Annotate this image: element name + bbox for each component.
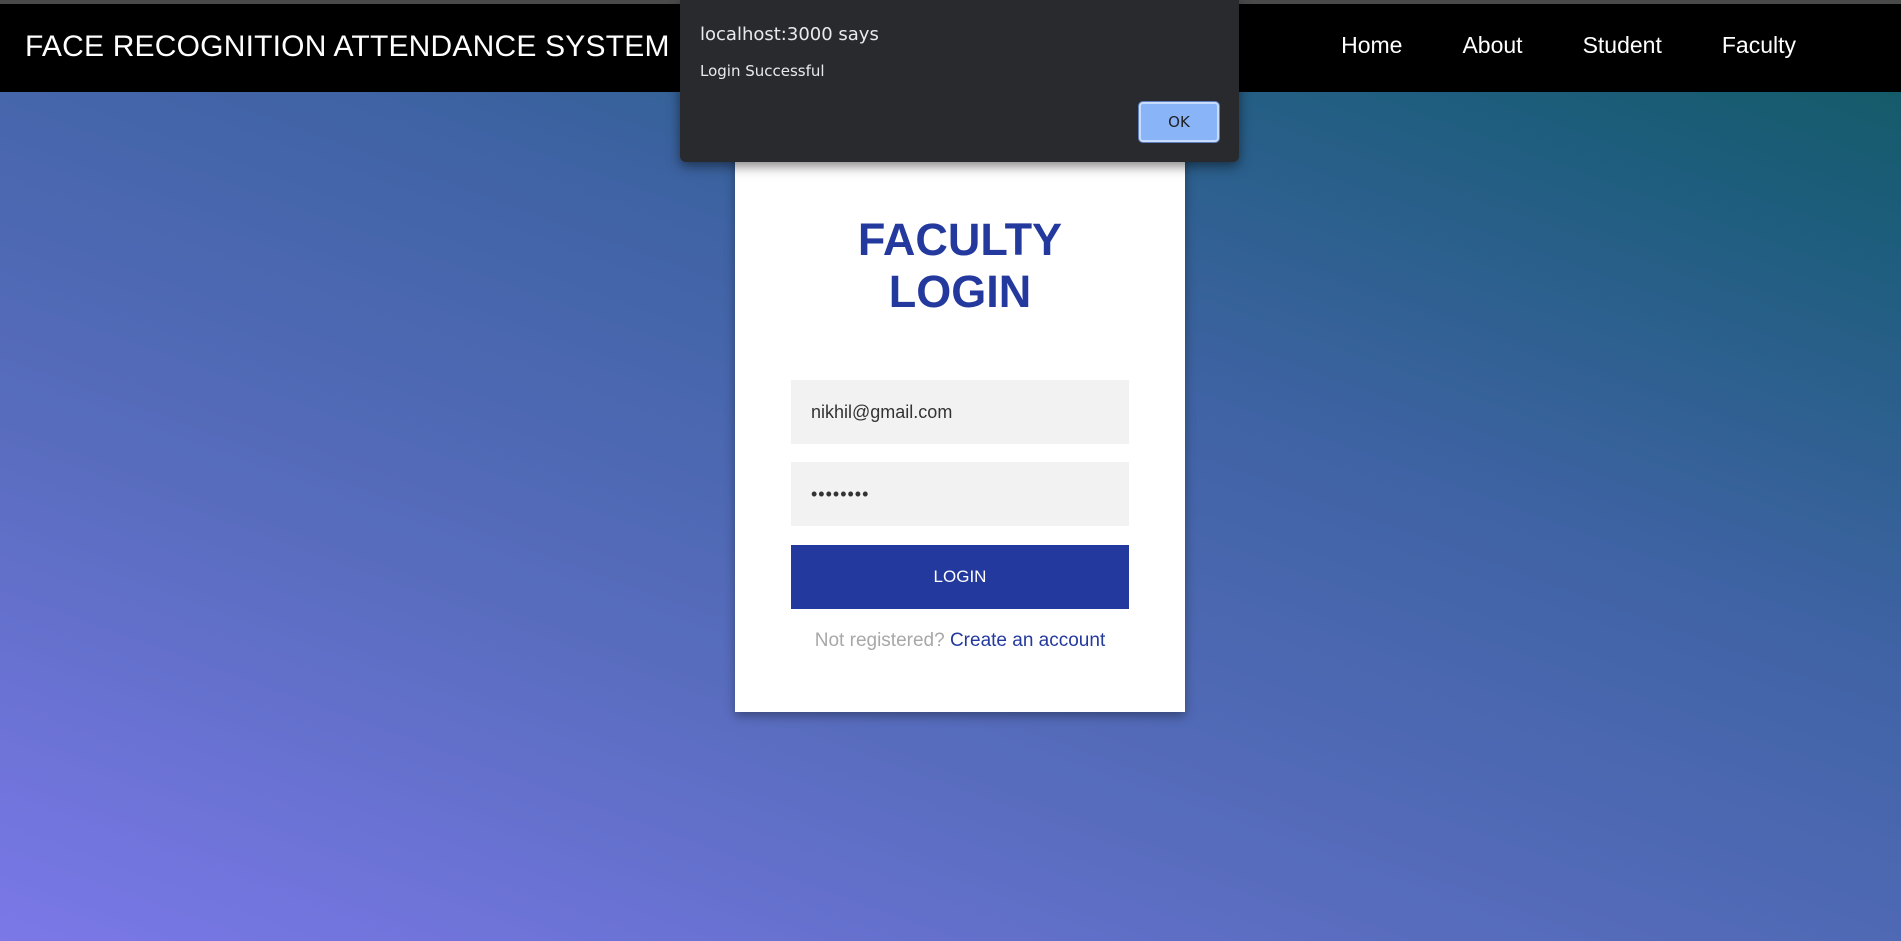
nav-link-home[interactable]: Home (1341, 32, 1402, 59)
login-title-line-1: FACULTY (857, 214, 1063, 265)
alert-dialog: localhost:3000 says Login Successful OK (680, 0, 1239, 162)
password-field[interactable] (791, 462, 1129, 526)
email-field[interactable] (791, 380, 1129, 444)
nav-link-faculty[interactable]: Faculty (1722, 32, 1796, 59)
register-prompt: Not registered? Create an account (735, 630, 1185, 652)
login-card: FACULTY LOGIN LOGIN Not registered? Crea… (735, 140, 1185, 712)
login-title-line-2: LOGIN (888, 266, 1032, 317)
alert-dialog-title: localhost:3000 says (700, 24, 879, 45)
nav-link-student[interactable]: Student (1583, 32, 1662, 59)
create-account-link[interactable]: Create an account (950, 630, 1105, 651)
nav-link-about[interactable]: About (1462, 32, 1522, 59)
login-button[interactable]: LOGIN (791, 545, 1129, 609)
page: FACE RECOGNITION ATTENDANCE SYSTEM Home … (0, 0, 1901, 941)
nav-links: Home About Student Faculty (1341, 32, 1796, 59)
ok-button[interactable]: OK (1139, 102, 1219, 142)
brand-title: FACE RECOGNITION ATTENDANCE SYSTEM (25, 30, 670, 63)
alert-dialog-message: Login Successful (700, 62, 825, 80)
login-title: FACULTY LOGIN (735, 214, 1185, 318)
register-prompt-text: Not registered? (814, 630, 945, 651)
